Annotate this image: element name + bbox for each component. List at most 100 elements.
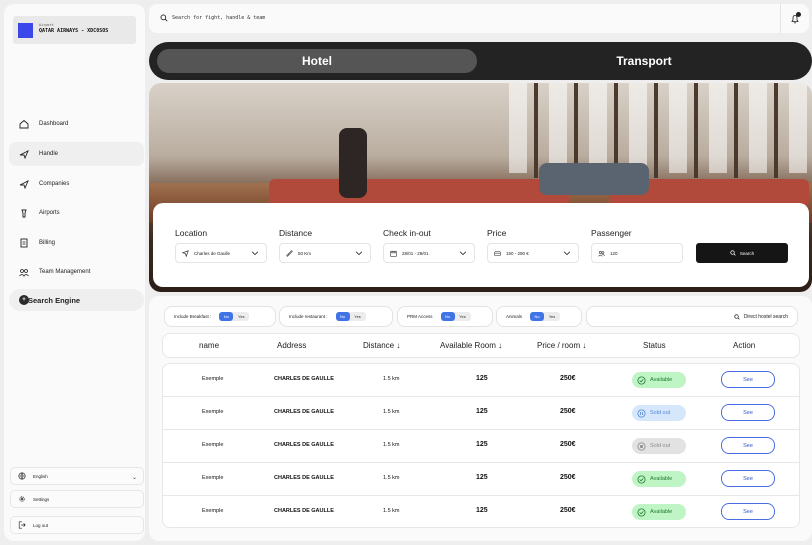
chevron-down-icon [459, 251, 467, 256]
sidebar-item-label: Dashboard [39, 121, 69, 127]
distance-label: Distance [279, 228, 313, 238]
chevron-down-icon [563, 251, 571, 256]
calendar-icon [384, 250, 402, 257]
cell-price: 250€ [560, 474, 576, 481]
table-row[interactable]: Exemple CHARLES DE GAULLE 1.5 km 125 250… [163, 430, 799, 463]
language-select[interactable]: English ⌄ [10, 467, 144, 485]
see-button[interactable]: See [721, 371, 775, 388]
column-header-name[interactable]: name [199, 341, 219, 350]
direct-hostel-search[interactable]: Direct hostel search [586, 306, 798, 327]
toggle-no[interactable]: No [219, 312, 234, 321]
column-header-status: Status [643, 341, 666, 350]
sidebar-item-label: Companies [39, 181, 70, 187]
see-button[interactable]: See [721, 404, 775, 421]
table-row[interactable]: Exemple CHARLES DE GAULLE 1.5 km 125 250… [163, 463, 799, 496]
sidebar-item-billing[interactable]: Billing [9, 231, 144, 255]
cell-address: CHARLES DE GAULLE [274, 475, 334, 481]
language-label: English [33, 473, 48, 479]
passenger-value: 120 [610, 250, 618, 256]
filter-restaurant: Include restaurant : No Yes [279, 306, 393, 327]
sidebar-item-team-management[interactable]: Team Management [9, 260, 144, 284]
column-header-address[interactable]: Address [277, 341, 306, 350]
toggle-yes[interactable]: Yes [350, 312, 366, 321]
status-badge: Available [632, 372, 686, 388]
sidebar-item-label: Airports [39, 210, 60, 216]
bill-icon [9, 238, 39, 248]
distance-select[interactable]: 50 Km [279, 243, 371, 263]
table-header: name Address Distance ↓ Available Room ↓… [162, 333, 800, 358]
logout-icon [11, 521, 33, 529]
tab-transport[interactable]: Transport [479, 49, 809, 73]
cell-distance: 1.5 km [383, 475, 400, 481]
passenger-label: Passenger [591, 228, 632, 238]
status-label: Sold out [650, 443, 671, 449]
globe-icon [11, 472, 33, 480]
see-button[interactable]: See [721, 470, 775, 487]
results-table: Exemple CHARLES DE GAULLE 1.5 km 125 250… [162, 363, 800, 528]
location-value: Charles de Gaulle [194, 250, 231, 256]
filter-animals: Animals No Yes [496, 306, 582, 327]
passenger-input[interactable]: 120 [591, 243, 683, 263]
status-badge: Sold out [632, 438, 686, 454]
tab-hotel[interactable]: Hotel [157, 49, 477, 73]
search-icon [160, 14, 168, 22]
table-row[interactable]: Exemple CHARLES DE GAULLE 1.5 km 125 250… [163, 364, 799, 397]
column-header-distance[interactable]: Distance ↓ [363, 341, 400, 350]
toggle-yes[interactable]: Yes [455, 312, 471, 321]
brand-subtitle: Airport [39, 23, 54, 27]
toggle-yes[interactable]: Yes [233, 312, 249, 321]
sidebar-item-handle[interactable]: Handle [9, 142, 144, 166]
yes-no-toggle[interactable]: No Yes [335, 312, 366, 321]
status-label: Available [650, 509, 673, 515]
distance-value: 50 Km [298, 250, 312, 256]
status-label: Sold out [650, 410, 671, 416]
cell-address: CHARLES DE GAULLE [274, 376, 334, 382]
toggle-yes[interactable]: Yes [544, 312, 560, 321]
direct-hostel-search-label: Direct hostel search [743, 313, 788, 320]
sidebar-item-search-engine[interactable]: + Search Engine [9, 289, 144, 311]
settings-button[interactable]: Settings [10, 490, 144, 508]
brand-card[interactable]: Airport QATAR AIRWAYS - XDC0SOS [13, 16, 136, 44]
yes-no-toggle[interactable]: No Yes [440, 312, 471, 321]
column-header-available-room[interactable]: Available Room ↓ [440, 341, 502, 350]
cell-name: Exemple [202, 508, 224, 514]
logout-button[interactable]: Log out [10, 516, 144, 534]
global-search-input[interactable]: Search for fight, handle & team [172, 15, 265, 21]
toggle-no[interactable]: No [530, 312, 545, 321]
yes-no-toggle[interactable]: No Yes [530, 312, 561, 321]
search-icon [734, 313, 740, 320]
status-label: Available [650, 476, 673, 482]
location-select[interactable]: Charles de Gaulle [175, 243, 267, 263]
see-button[interactable]: See [721, 437, 775, 454]
sidebar-item-dashboard[interactable]: Dashboard [9, 112, 144, 136]
status-label: Available [650, 377, 673, 383]
cell-distance: 1.5 km [383, 508, 400, 514]
toggle-no[interactable]: No [440, 312, 455, 321]
cell-name: Exemple [202, 442, 224, 448]
search-button[interactable]: Search [696, 243, 788, 263]
gear-icon [11, 495, 33, 503]
date-range-select[interactable]: 28/01 - 29/01 [383, 243, 475, 263]
yes-no-toggle[interactable]: No Yes [219, 312, 250, 321]
notifications-button[interactable] [780, 4, 809, 33]
brand-logo [18, 23, 33, 38]
search-icon [730, 250, 736, 256]
cell-available: 125 [476, 375, 488, 382]
cell-available: 125 [476, 474, 488, 481]
price-select[interactable]: 150 - 290 € [487, 243, 579, 263]
table-row[interactable]: Exemple CHARLES DE GAULLE 1.5 km 125 250… [163, 397, 799, 430]
search-button-label: Search [739, 250, 755, 256]
cell-price: 250€ [560, 441, 576, 448]
status-badge: Available [632, 504, 686, 520]
sidebar-item-airports[interactable]: Airports [9, 201, 144, 225]
chevron-down-icon [251, 251, 259, 256]
toggle-no[interactable]: No [335, 312, 350, 321]
brand-name: QATAR AIRWAYS - XDC0SOS [39, 28, 109, 34]
cell-name: Exemple [202, 475, 224, 481]
sidebar-item-companies[interactable]: Companies [9, 172, 144, 196]
date-range-value: 28/01 - 29/01 [402, 250, 429, 256]
column-header-price[interactable]: Price / room ↓ [537, 341, 586, 350]
table-row[interactable]: Exemple CHARLES DE GAULLE 1.5 km 125 250… [163, 496, 799, 527]
sidebar-item-label: Team Management [39, 269, 91, 275]
see-button[interactable]: See [721, 503, 775, 520]
